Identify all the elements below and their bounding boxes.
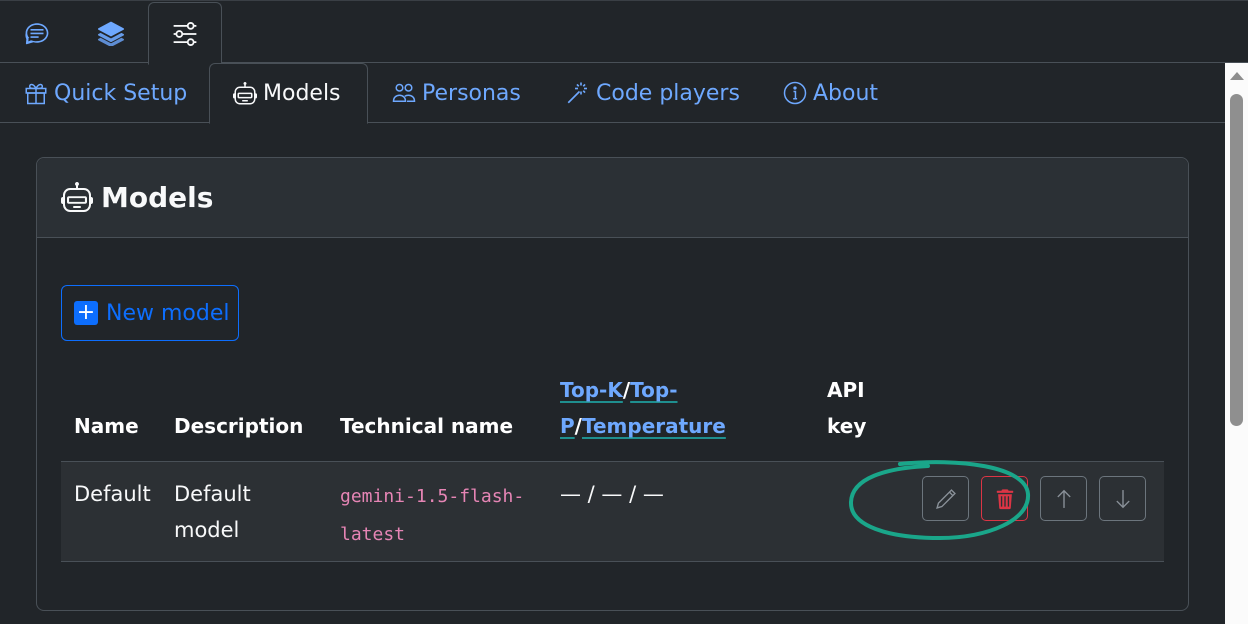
table-row: Default Default model gemini-1.5-flash-la… (61, 462, 1164, 562)
cell-params: — / — / — (560, 482, 664, 506)
header-params: Top-K/Top- P/Temperature (560, 378, 726, 438)
tab-models-label: Models (263, 81, 341, 106)
top-tab-bar (0, 0, 1248, 65)
scroll-up-arrow-icon[interactable] (1230, 72, 1244, 80)
settings-nav-tabs: Quick Setup Models Personas Code players… (0, 63, 1225, 124)
top-tab-layers[interactable] (74, 2, 148, 64)
arrow-up-icon (1056, 489, 1071, 508)
page-scrollbar[interactable] (1225, 63, 1248, 624)
sort-temperature-link[interactable]: Temperature (582, 414, 726, 438)
card-title: Models (101, 181, 214, 214)
tab-quick-setup[interactable]: Quick Setup (12, 63, 199, 123)
cell-name: Default (74, 482, 151, 506)
magic-wand-icon (567, 82, 587, 104)
header-api-key: API key (827, 378, 867, 438)
scroll-thumb[interactable] (1230, 94, 1243, 426)
move-down-button[interactable] (1099, 476, 1146, 521)
tab-code-players[interactable]: Code players (554, 63, 752, 123)
models-table: Name Description Technical name Top-K/To… (61, 368, 1164, 562)
sort-topk-link[interactable]: Top-K (560, 378, 623, 402)
plus-square-icon: + (74, 301, 98, 325)
models-card: Models + New model Name Description Tech… (36, 157, 1189, 611)
layers-icon (98, 21, 124, 46)
new-model-button[interactable]: + New model (61, 285, 239, 341)
header-description: Description (174, 414, 304, 438)
header-technical-name: Technical name (340, 414, 514, 438)
tab-code-players-label: Code players (596, 80, 740, 106)
robot-icon (61, 181, 93, 212)
robot-icon (233, 81, 257, 104)
pencil-icon (935, 488, 956, 509)
cell-technical-name: gemini-1.5-flash-latest (340, 486, 525, 545)
arrow-down-icon (1115, 489, 1130, 508)
header-name: Name (74, 414, 139, 438)
new-model-label: New model (106, 300, 230, 326)
tab-about-label: About (813, 80, 879, 106)
sliders-icon (173, 21, 197, 46)
info-circle-icon (783, 81, 807, 105)
top-tab-chat[interactable] (0, 2, 74, 64)
card-header: Models (37, 158, 1188, 238)
people-icon (392, 83, 416, 102)
tab-about[interactable]: About (771, 63, 890, 123)
tab-quick-setup-label: Quick Setup (54, 80, 188, 106)
tab-personas[interactable]: Personas (380, 63, 533, 123)
gift-icon (25, 83, 47, 105)
chat-icon (25, 23, 49, 45)
trash-icon (996, 488, 1013, 509)
move-up-button[interactable] (1040, 476, 1087, 521)
delete-button[interactable] (981, 476, 1028, 521)
tab-models[interactable]: Models (209, 63, 368, 124)
top-tab-settings[interactable] (148, 2, 222, 65)
table-header: Name Description Technical name Top-K/To… (61, 368, 1164, 462)
tab-personas-label: Personas (422, 80, 521, 106)
edit-button[interactable] (922, 476, 969, 521)
cell-description: Default model (174, 482, 251, 542)
